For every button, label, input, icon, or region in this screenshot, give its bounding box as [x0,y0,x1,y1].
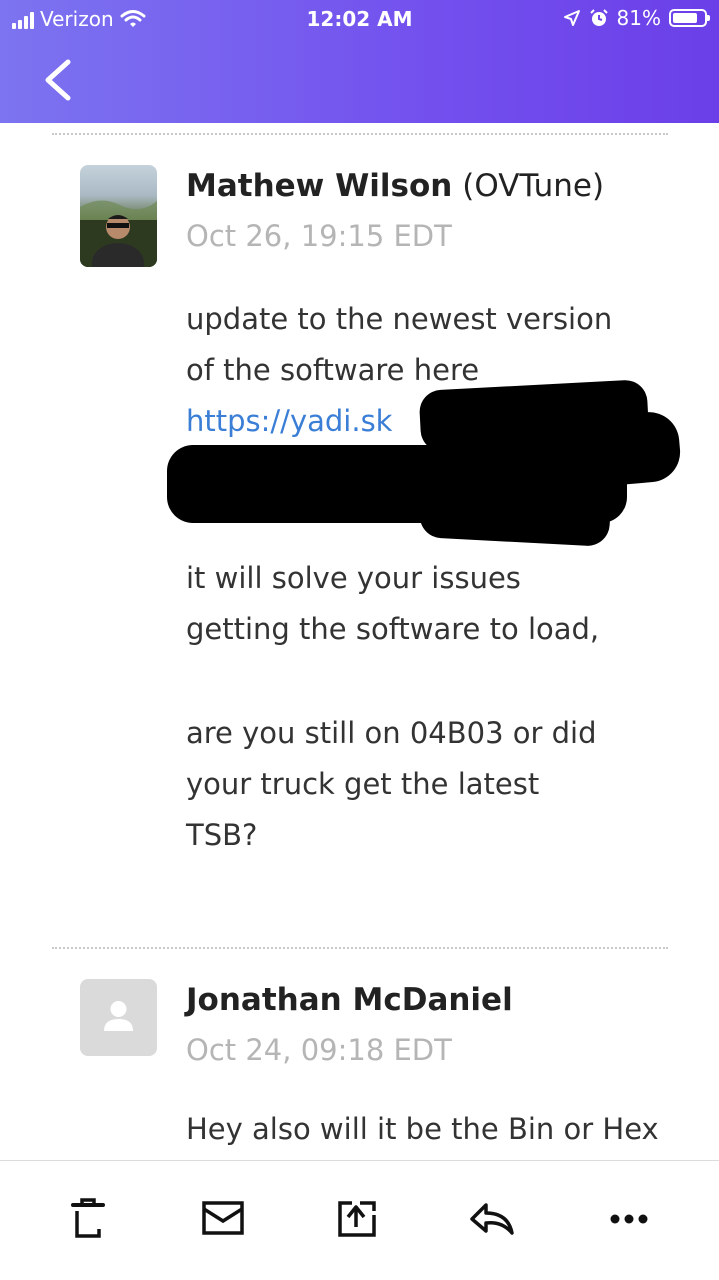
more-icon [610,1214,648,1224]
avatar[interactable] [80,979,157,1056]
body-line: getting the software to load, [186,612,600,646]
back-button[interactable] [40,56,80,104]
body-line: of the software here [186,353,480,387]
chevron-left-icon [45,59,71,101]
more-button[interactable] [606,1195,652,1241]
trash-icon [71,1198,105,1238]
status-bar: Verizon 12:02 AM 81% [0,0,719,40]
message-date: Oct 26, 19:15 EDT [186,219,452,253]
location-arrow-icon [563,10,580,26]
body-line: Hey also will it be the Bin or Hex [186,1112,659,1146]
redaction-mark [418,485,612,547]
avatar[interactable] [80,165,157,267]
reply-icon [470,1203,514,1235]
body-line: update to the newest version [186,302,613,336]
message-divider [52,133,668,135]
sender-name: Jonathan McDaniel [186,982,513,1018]
body-line: it will solve your issues [186,561,521,595]
sender: Mathew Wilson (OVTune) [186,168,604,204]
avatar-photo [80,200,157,267]
person-icon [104,1001,133,1031]
reply-button[interactable] [468,1195,514,1241]
battery-icon [669,9,710,27]
sender-org: (OVTune) [462,168,605,204]
move-icon [338,1201,376,1237]
sender-name: Mathew Wilson [186,168,453,204]
body-line: are you still on 04B03 or did [186,716,597,750]
battery-percent: 81% [616,6,661,30]
body-line: your truck get the latest [186,767,540,801]
bottom-toolbar [0,1160,719,1280]
body-link[interactable]: https://yadi.sk [186,404,392,438]
sender: Jonathan McDaniel [186,982,513,1018]
status-right: 81% [563,6,710,30]
archive-icon [202,1201,244,1235]
message-date: Oct 24, 09:18 EDT [186,1033,452,1067]
move-button[interactable] [334,1195,380,1241]
app-header: Verizon 12:02 AM 81% [0,0,719,123]
delete-button[interactable] [65,1195,111,1241]
archive-button[interactable] [200,1195,246,1241]
message-divider [52,947,668,949]
body-line: TSB? [186,818,258,852]
alarm-icon [589,9,608,26]
